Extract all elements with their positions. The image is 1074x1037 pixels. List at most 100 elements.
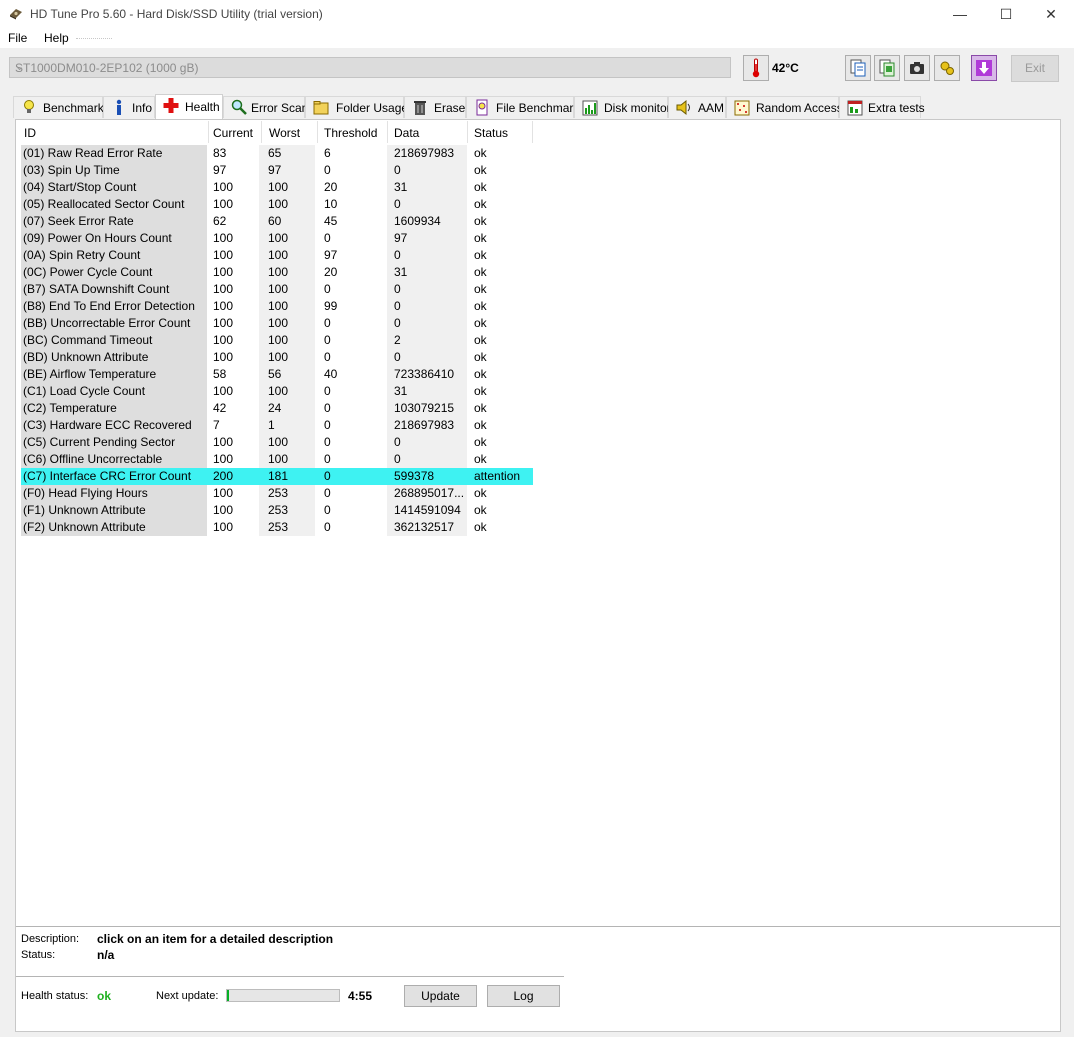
- table-row[interactable]: (F1) Unknown Attribute 100 253 0 1414591…: [21, 502, 533, 519]
- column-header-id[interactable]: ID: [24, 126, 36, 140]
- table-row-selected[interactable]: (C7) Interface CRC Error Count 200 181 0…: [21, 468, 533, 485]
- maximize-button[interactable]: ☐: [983, 0, 1029, 28]
- tab-aam[interactable]: AAM: [668, 96, 726, 118]
- options-button[interactable]: [934, 55, 960, 81]
- table-row[interactable]: (01) Raw Read Error Rate 83 65 6 2186979…: [21, 145, 533, 162]
- table-row[interactable]: (BC) Command Timeout 100 100 0 2 ok: [21, 332, 533, 349]
- cell-worst: 100: [259, 315, 315, 332]
- health-status-label: Health status:: [21, 990, 89, 1002]
- temperature-button[interactable]: [743, 55, 769, 81]
- cell-data: 0: [387, 281, 467, 298]
- table-row[interactable]: (07) Seek Error Rate 62 60 45 1609934 ok: [21, 213, 533, 230]
- table-row[interactable]: (BE) Airflow Temperature 58 56 40 723386…: [21, 366, 533, 383]
- column-header-threshold[interactable]: Threshold: [324, 126, 377, 140]
- table-row[interactable]: (BD) Unknown Attribute 100 100 0 0 ok: [21, 349, 533, 366]
- tab-disk-monitor[interactable]: Disk monitor: [574, 96, 671, 118]
- tab-folder-usage[interactable]: Folder Usage: [305, 96, 408, 118]
- column-header-status[interactable]: Status: [474, 126, 508, 140]
- cell-current: 100: [213, 316, 234, 330]
- cell-threshold: 20: [324, 265, 338, 279]
- tab-erase[interactable]: Erase: [404, 96, 466, 118]
- cell-status: ok: [474, 316, 487, 330]
- column-divider[interactable]: [467, 121, 468, 143]
- tab-file-benchmark[interactable]: File Benchmark: [466, 96, 579, 118]
- cell-id: (03) Spin Up Time: [21, 162, 207, 179]
- table-row[interactable]: (C5) Current Pending Sector 100 100 0 0 …: [21, 434, 533, 451]
- table-row[interactable]: (09) Power On Hours Count 100 100 0 97 o…: [21, 230, 533, 247]
- close-icon: ✕: [1045, 6, 1057, 22]
- column-header-current[interactable]: Current: [213, 126, 253, 140]
- tab-aam-label: AAM: [698, 101, 725, 115]
- save-button[interactable]: [971, 55, 997, 81]
- column-divider[interactable]: [261, 121, 262, 143]
- copy-info-button[interactable]: [845, 55, 871, 81]
- cell-threshold: 0: [324, 384, 331, 398]
- table-row[interactable]: (BB) Uncorrectable Error Count 100 100 0…: [21, 315, 533, 332]
- cell-status: attention: [467, 468, 533, 485]
- table-row[interactable]: (F0) Head Flying Hours 100 253 0 2688950…: [21, 485, 533, 502]
- table-row[interactable]: (B7) SATA Downshift Count 100 100 0 0 ok: [21, 281, 533, 298]
- update-button[interactable]: Update: [404, 985, 477, 1007]
- cell-data: 97: [387, 230, 467, 247]
- cell-status: ok: [474, 180, 487, 194]
- cell-threshold: 0: [324, 503, 331, 517]
- menu-file[interactable]: File: [8, 31, 27, 45]
- table-row[interactable]: (C6) Offline Uncorrectable 100 100 0 0 o…: [21, 451, 533, 468]
- table-row[interactable]: (05) Reallocated Sector Count 100 100 10…: [21, 196, 533, 213]
- table-row[interactable]: (F2) Unknown Attribute 100 253 0 3621325…: [21, 519, 533, 536]
- copy-screen-button[interactable]: [874, 55, 900, 81]
- table-row[interactable]: (0C) Power Cycle Count 100 100 20 31 ok: [21, 264, 533, 281]
- tab-info[interactable]: Info: [103, 96, 155, 118]
- table-row[interactable]: (03) Spin Up Time 97 97 0 0 ok: [21, 162, 533, 179]
- tab-error-scan[interactable]: Error Scan: [223, 96, 308, 118]
- exit-button[interactable]: Exit: [1011, 55, 1059, 82]
- close-button[interactable]: ✕: [1028, 0, 1074, 28]
- drive-select[interactable]: ST1000DM010-2EP102 (1000 gB) ⌄: [9, 57, 731, 78]
- table-row[interactable]: (C2) Temperature 42 24 0 103079215 ok: [21, 400, 533, 417]
- menu-help[interactable]: Help: [44, 31, 69, 45]
- log-button[interactable]: Log: [487, 985, 560, 1007]
- cell-threshold: 0: [324, 452, 331, 466]
- next-update-label: Next update:: [156, 990, 219, 1002]
- table-row[interactable]: (C1) Load Cycle Count 100 100 0 31 ok: [21, 383, 533, 400]
- copy-screen-icon: [879, 59, 895, 77]
- cell-current: 100: [213, 180, 234, 194]
- cell-data: 0: [387, 451, 467, 468]
- column-header-data[interactable]: Data: [394, 126, 419, 140]
- column-divider[interactable]: [208, 121, 209, 143]
- tab-random-access[interactable]: Random Access: [726, 96, 843, 118]
- column-divider[interactable]: [317, 121, 318, 143]
- cell-worst: 253: [259, 485, 315, 502]
- cell-threshold: 0: [324, 520, 331, 534]
- cell-current: 200: [207, 468, 259, 485]
- divider: [16, 976, 564, 977]
- cell-id: (C5) Current Pending Sector: [21, 434, 207, 451]
- cell-status: ok: [474, 299, 487, 313]
- cell-data: 599378: [387, 468, 467, 485]
- divider: [16, 926, 1060, 927]
- speaker-icon: [676, 99, 690, 116]
- cell-current: 62: [213, 214, 227, 228]
- tab-extra-tests[interactable]: Extra tests: [839, 96, 925, 118]
- column-header-worst[interactable]: Worst: [269, 126, 300, 140]
- tab-benchmark[interactable]: Benchmark: [13, 96, 104, 118]
- folder-icon: [313, 101, 329, 115]
- cell-data: 0: [387, 196, 467, 213]
- cell-worst: 181: [259, 468, 315, 485]
- cell-threshold: 0: [324, 316, 331, 330]
- cell-threshold: 0: [324, 231, 331, 245]
- cell-threshold: 6: [324, 146, 331, 160]
- table-row[interactable]: (0A) Spin Retry Count 100 100 97 0 ok: [21, 247, 533, 264]
- minimize-button[interactable]: —: [937, 0, 983, 28]
- table-row[interactable]: (04) Start/Stop Count 100 100 20 31 ok: [21, 179, 533, 196]
- table-row[interactable]: (B8) End To End Error Detection 100 100 …: [21, 298, 533, 315]
- cell-worst: 100: [259, 281, 315, 298]
- cell-id: (F2) Unknown Attribute: [21, 519, 207, 536]
- cell-current: 100: [213, 435, 234, 449]
- tab-health[interactable]: Health: [155, 94, 223, 119]
- cell-current: 100: [213, 503, 234, 517]
- column-divider[interactable]: [387, 121, 388, 143]
- table-row[interactable]: (C3) Hardware ECC Recovered 7 1 0 218697…: [21, 417, 533, 434]
- column-divider[interactable]: [532, 121, 533, 143]
- screenshot-button[interactable]: [904, 55, 930, 81]
